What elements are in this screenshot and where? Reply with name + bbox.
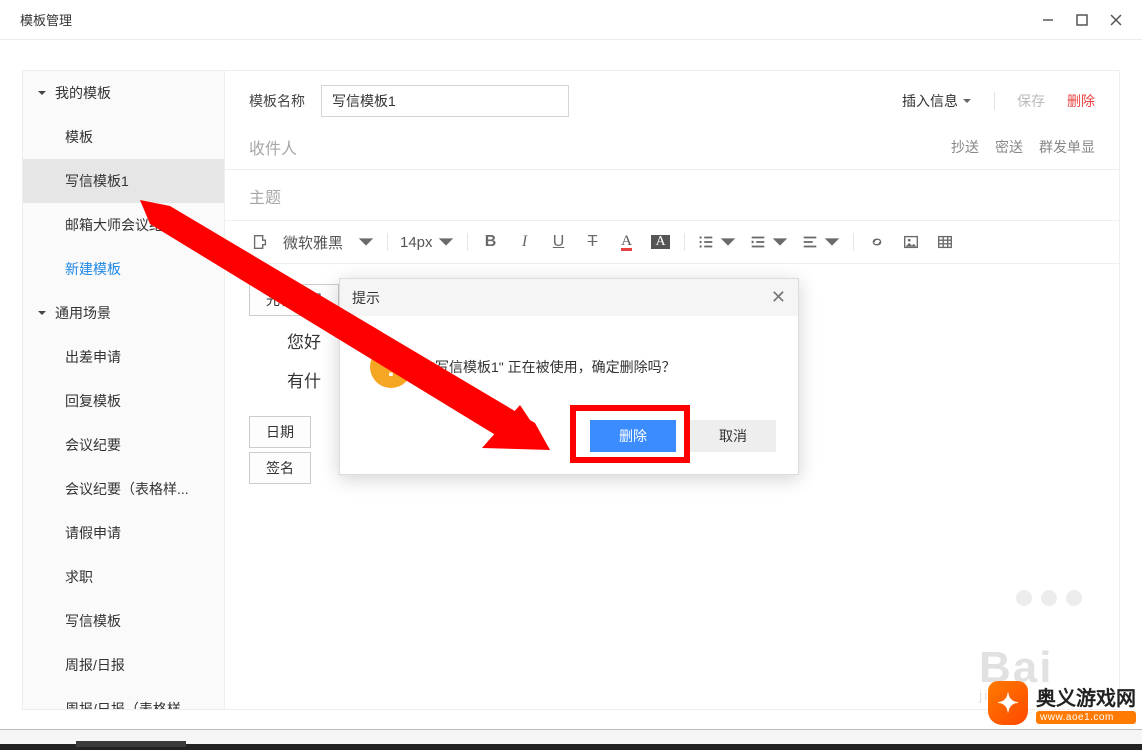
chevron-down-icon (719, 233, 737, 251)
dialog-body: ! "写信模板1" 正在被使用，确定删除吗？ (340, 316, 798, 406)
brand-badge: ✦ 奥义游戏网 www.aoe1.com (988, 681, 1136, 725)
sidebar-item-weekly-daily[interactable]: 周报/日报 (23, 643, 224, 687)
separator (684, 233, 685, 251)
sidebar-group-common-scenes[interactable]: 通用场景 (23, 291, 224, 335)
window-controls (1032, 5, 1132, 35)
cursor-position-tag[interactable]: 光标位置 (249, 284, 339, 316)
chevron-down-icon (357, 233, 375, 251)
template-name-row: 模板名称 插入信息 保存 删除 (225, 71, 1119, 123)
dialog-header: 提示 ✕ (340, 279, 798, 316)
separator (853, 233, 854, 251)
dialog-close-button[interactable]: ✕ (771, 287, 786, 308)
dialog-title: 提示 (352, 288, 380, 308)
sidebar-item-meeting-notes[interactable]: 邮箱大师会议纪要 (23, 203, 224, 247)
sidebar-item-travel-request[interactable]: 出差申请 (23, 335, 224, 379)
brand-url: www.aoe1.com (1036, 711, 1136, 724)
list-button[interactable] (697, 231, 737, 253)
sidebar-group-label: 通用场景 (55, 303, 111, 323)
separator (467, 233, 468, 251)
sidebar-item-write-template1[interactable]: 写信模板1 (23, 159, 224, 203)
sidebar: 我的模板 模板 写信模板1 邮箱大师会议纪要 新建模板 通用场景 出差申请 回复… (22, 70, 225, 710)
dialog-cancel-button[interactable]: 取消 (690, 420, 776, 452)
recipient-options: 抄送 密送 群发单显 (951, 137, 1095, 157)
confirm-delete-dialog: 提示 ✕ ! "写信模板1" 正在被使用，确定删除吗？ 删除 取消 (339, 278, 799, 475)
maximize-button[interactable] (1066, 5, 1098, 35)
underline-button[interactable]: U (548, 231, 570, 253)
warning-icon: ! (370, 346, 412, 388)
sidebar-item-new-template[interactable]: 新建模板 (23, 247, 224, 291)
window-title: 模板管理 (20, 10, 72, 29)
app-window: 模板管理 我的模板 模板 写信模板1 邮箱大师会议纪要 新建模板 (0, 0, 1142, 730)
signature-tag[interactable]: 签名 (249, 452, 311, 484)
bold-button[interactable]: B (480, 231, 502, 253)
paw-icon (979, 588, 1099, 638)
sidebar-group-label: 我的模板 (55, 83, 111, 103)
sidebar-item-write-template[interactable]: 写信模板 (23, 599, 224, 643)
subject-row[interactable]: 主题 (225, 170, 1119, 221)
insert-info-label: 插入信息 (902, 91, 958, 111)
link-button[interactable] (866, 231, 888, 253)
date-tag[interactable]: 日期 (249, 416, 311, 448)
italic-button[interactable]: I (514, 231, 536, 253)
font-size-picker[interactable]: 14px (400, 231, 455, 253)
image-button[interactable] (900, 231, 922, 253)
divider (994, 92, 995, 110)
form-actions: 插入信息 保存 删除 (902, 91, 1095, 111)
bcc-button[interactable]: 密送 (995, 137, 1023, 157)
chevron-down-icon (437, 233, 455, 251)
sidebar-item-meeting-minutes[interactable]: 会议纪要 (23, 423, 224, 467)
font-family-value: 微软雅黑 (283, 232, 353, 253)
strikethrough-button[interactable]: T (582, 231, 604, 253)
chevron-down-icon (962, 96, 972, 106)
mass-send-button[interactable]: 群发单显 (1039, 137, 1095, 157)
dialog-message: "写信模板1" 正在被使用，确定删除吗？ (430, 357, 676, 377)
sidebar-item-meeting-minutes-table[interactable]: 会议纪要（表格样... (23, 467, 224, 511)
font-color-button[interactable]: A (616, 231, 638, 253)
minimize-button[interactable] (1032, 5, 1064, 35)
indent-button[interactable] (749, 231, 789, 253)
font-size-value: 14px (400, 234, 433, 251)
format-painter-icon[interactable] (249, 231, 271, 253)
separator (387, 233, 388, 251)
template-name-input[interactable] (321, 85, 569, 117)
sidebar-item-reply-template[interactable]: 回复模板 (23, 379, 224, 423)
cc-button[interactable]: 抄送 (951, 137, 979, 157)
delete-button[interactable]: 删除 (1067, 91, 1095, 111)
titlebar: 模板管理 (0, 0, 1142, 40)
sidebar-group-my-templates[interactable]: 我的模板 (23, 71, 224, 115)
background-color-button[interactable]: A (650, 231, 672, 253)
recipient-label: 收件人 (249, 135, 297, 159)
chevron-down-icon (37, 85, 47, 101)
insert-info-dropdown[interactable]: 插入信息 (902, 91, 972, 111)
template-name-label: 模板名称 (249, 91, 321, 111)
sidebar-item-weekly-daily-table[interactable]: 周报/日报（表格样... (23, 687, 224, 710)
align-button[interactable] (801, 231, 841, 253)
dialog-footer: 删除 取消 (340, 406, 798, 474)
chevron-down-icon (771, 233, 789, 251)
table-button[interactable] (934, 231, 956, 253)
editor-toolbar: 微软雅黑 14px B I U T A A (225, 221, 1119, 264)
sidebar-item-job-apply[interactable]: 求职 (23, 555, 224, 599)
brand-name: 奥义游戏网 (1036, 682, 1136, 711)
sidebar-item-leave-request[interactable]: 请假申请 (23, 511, 224, 555)
font-family-picker[interactable]: 微软雅黑 (283, 231, 375, 253)
bottom-strip (0, 744, 1142, 750)
recipient-row[interactable]: 收件人 抄送 密送 群发单显 (225, 123, 1119, 170)
brand-logo-icon: ✦ (988, 681, 1028, 725)
dialog-confirm-delete-button[interactable]: 删除 (590, 420, 676, 452)
close-window-button[interactable] (1100, 5, 1132, 35)
sidebar-item-template[interactable]: 模板 (23, 115, 224, 159)
chevron-down-icon (37, 305, 47, 321)
save-button[interactable]: 保存 (1017, 91, 1045, 111)
chevron-down-icon (823, 233, 841, 251)
